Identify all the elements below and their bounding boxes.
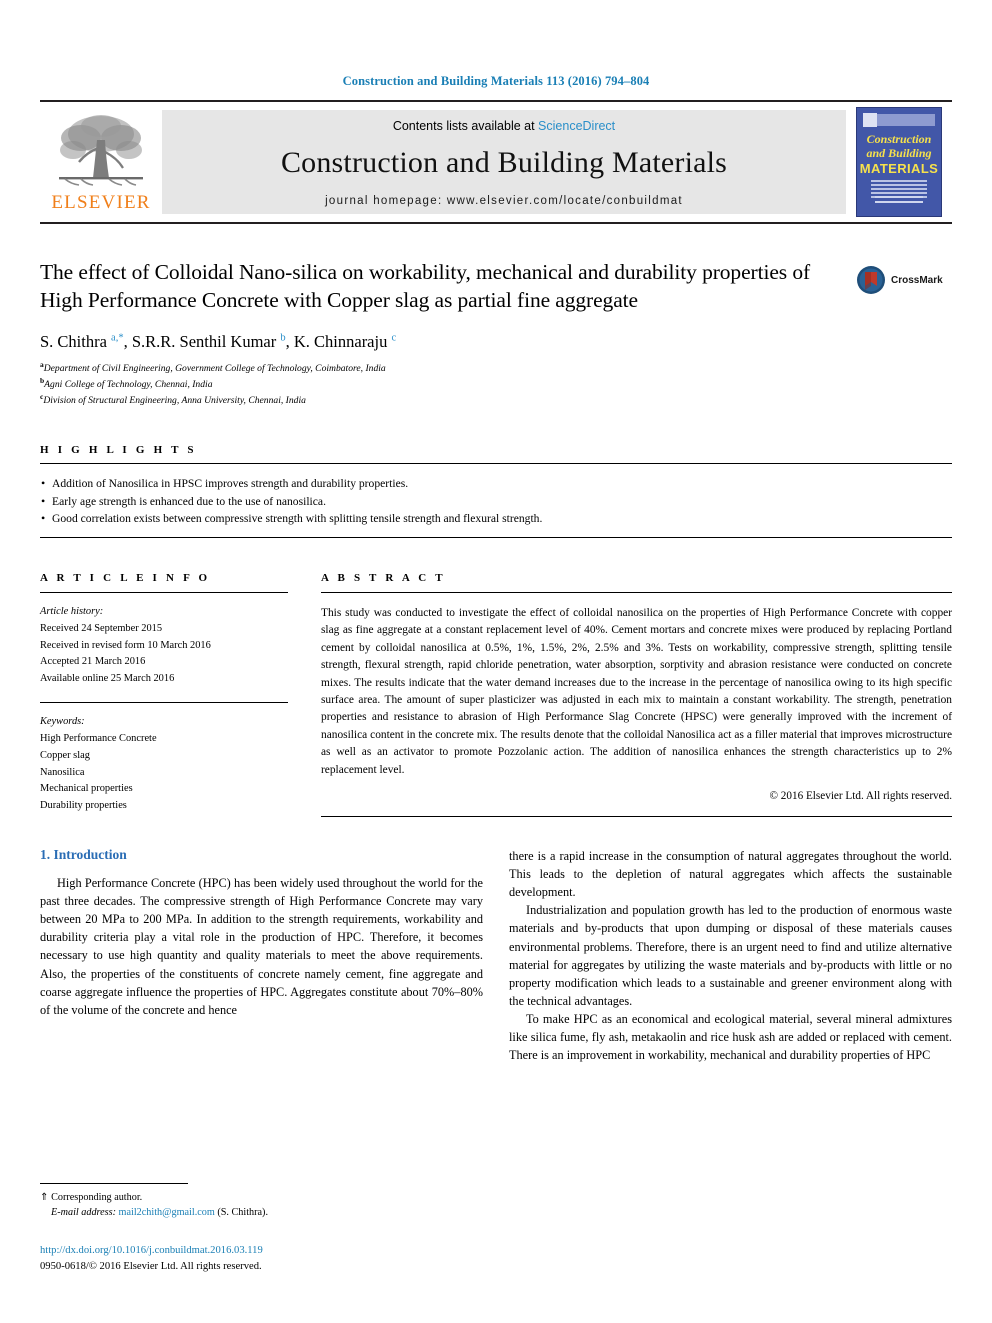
paragraph: Industrialization and population growth … [509, 903, 952, 1008]
body-columns: 1. Introduction High Performance Concret… [40, 847, 952, 1064]
doi-link[interactable]: http://dx.doi.org/10.1016/j.conbuildmat.… [40, 1243, 263, 1259]
affiliation-list: aDepartment of Civil Engineering, Govern… [40, 360, 952, 408]
affiliation-text: Agni College of Technology, Chennai, Ind… [44, 379, 213, 391]
running-head: Construction and Building Materials 113 … [342, 74, 650, 88]
article-info-rule [40, 591, 288, 593]
abstract-text: This study was conducted to investigate … [321, 606, 952, 776]
keywords-label: Keywords: [40, 716, 85, 728]
contents-prefix: Contents lists available at [392, 119, 539, 133]
paragraph: there is a rapid increase in the consump… [509, 849, 952, 900]
elsevier-logo: ELSEVIER [40, 102, 162, 222]
elsevier-tree-icon [59, 115, 143, 186]
keyword-item: Mechanical properties [40, 783, 133, 795]
article-history-label: Article history: [40, 605, 104, 617]
paragraph: To make HPC as an economical and ecologi… [509, 1011, 952, 1062]
highlights-section: H I G H L I G H T S Addition of Nanosili… [40, 444, 952, 538]
journal-homepage-link[interactable]: journal homepage: www.elsevier.com/locat… [325, 195, 683, 207]
affiliation-text: Division of Structural Engineering, Anna… [43, 395, 306, 407]
cover-image: Construction and Building MATERIALS [856, 107, 942, 217]
cover-line-2: and Building [866, 146, 932, 160]
highlights-label: H I G H L I G H T S [40, 444, 197, 457]
highlights-list: Addition of Nanosilica in HPSC improves … [40, 474, 952, 528]
sciencedirect-link[interactable]: ScienceDirect [538, 119, 615, 133]
crossmark-badge[interactable]: CrossMark [856, 258, 952, 302]
article-info-label: A R T I C L E I N F O [40, 571, 211, 584]
list-item: Good correlation exists between compress… [40, 509, 952, 528]
cover-line-1: Construction [866, 132, 932, 146]
paragraph: High Performance Concrete (HPC) has been… [40, 876, 483, 1017]
corresponding-author-note: ⇑ Corresponding author. [40, 1190, 470, 1205]
list-item: Early age strength is enhanced due to th… [40, 492, 952, 511]
doi-block: http://dx.doi.org/10.1016/j.conbuildmat.… [40, 1243, 263, 1275]
email-owner: (S. Chithra). [217, 1207, 268, 1219]
keyword-item: Copper slag [40, 749, 90, 761]
affiliation-item: cDivision of Structural Engineering, Ann… [40, 392, 952, 408]
email-note: E-mail address: mail2chith@gmail.com (S.… [40, 1205, 470, 1220]
abstract-label: A B S T R A C T [321, 571, 446, 584]
keywords-rule [40, 702, 288, 704]
abstract-column: A B S T R A C T This study was conducted… [321, 571, 953, 818]
list-item: Addition of Nanosilica in HPSC improves … [40, 474, 952, 493]
history-item: Received 24 September 2015 [40, 622, 163, 634]
body-left-column: 1. Introduction High Performance Concret… [40, 847, 483, 1064]
keyword-item: High Performance Concrete [40, 732, 157, 744]
abstract-rule [321, 591, 952, 593]
abstract-bottom-rule [321, 816, 952, 818]
article-history: Article history: Received 24 September 2… [40, 604, 288, 688]
issn-copyright-line: 0950-0618/© 2016 Elsevier Ltd. All right… [40, 1260, 262, 1272]
footnote-area: ⇑ Corresponding author. E-mail address: … [40, 1183, 470, 1221]
journal-masthead: ELSEVIER Contents lists available at Sci… [40, 100, 952, 224]
crossmark-icon [857, 266, 885, 294]
crossmark-label: CrossMark [891, 274, 943, 286]
keyword-item: Durability properties [40, 800, 127, 812]
keyword-item: Nanosilica [40, 766, 85, 778]
affiliation-item: aDepartment of Civil Engineering, Govern… [40, 360, 952, 376]
cover-line-3: MATERIALS [859, 161, 939, 176]
email-link[interactable]: mail2chith@gmail.com [119, 1207, 215, 1218]
journal-title: Construction and Building Materials [280, 146, 728, 179]
article-info-column: A R T I C L E I N F O Article history: R… [40, 572, 288, 817]
email-label: E-mail address: [51, 1207, 116, 1219]
footnote-rule [40, 1183, 188, 1184]
journal-cover-thumbnail: Construction and Building MATERIALS [846, 102, 952, 222]
corresponding-marker: ⇑ [40, 1192, 49, 1203]
abstract-copyright: © 2016 Elsevier Ltd. All rights reserved… [769, 790, 953, 803]
article-page: Construction and Building Materials 113 … [0, 0, 992, 1323]
keywords-block: Keywords: High Performance Concrete Copp… [40, 714, 288, 815]
affiliation-text: Department of Civil Engineering, Governm… [43, 362, 386, 374]
history-item: Accepted 21 March 2016 [40, 656, 146, 668]
history-item: Received in revised form 10 March 2016 [40, 639, 211, 651]
page-title: The effect of Colloidal Nano-silica on w… [40, 260, 811, 313]
history-item: Available online 25 March 2016 [40, 673, 175, 685]
cover-elsevier-mark-icon [863, 113, 877, 127]
title-block: The effect of Colloidal Nano-silica on w… [40, 258, 952, 408]
body-right-column: there is a rapid increase in the consump… [509, 847, 952, 1064]
contents-available-line: Contents lists available at ScienceDirec… [393, 119, 615, 133]
highlights-bottom-rule [40, 536, 952, 538]
cover-footer-lines [875, 196, 923, 206]
highlights-top-rule [40, 463, 952, 465]
info-abstract-section: A R T I C L E I N F O Article history: R… [40, 571, 953, 818]
author-list: S. Chithra a,*, S.R.R. Senthil Kumar b, … [40, 331, 397, 351]
elsevier-wordmark: ELSEVIER [51, 192, 151, 213]
journal-band: Contents lists available at ScienceDirec… [162, 110, 846, 214]
affiliation-item: bAgni College of Technology, Chennai, In… [40, 376, 952, 392]
corresponding-label: Corresponding author. [48, 1192, 143, 1203]
section-heading-introduction: 1. Introduction [40, 847, 127, 863]
